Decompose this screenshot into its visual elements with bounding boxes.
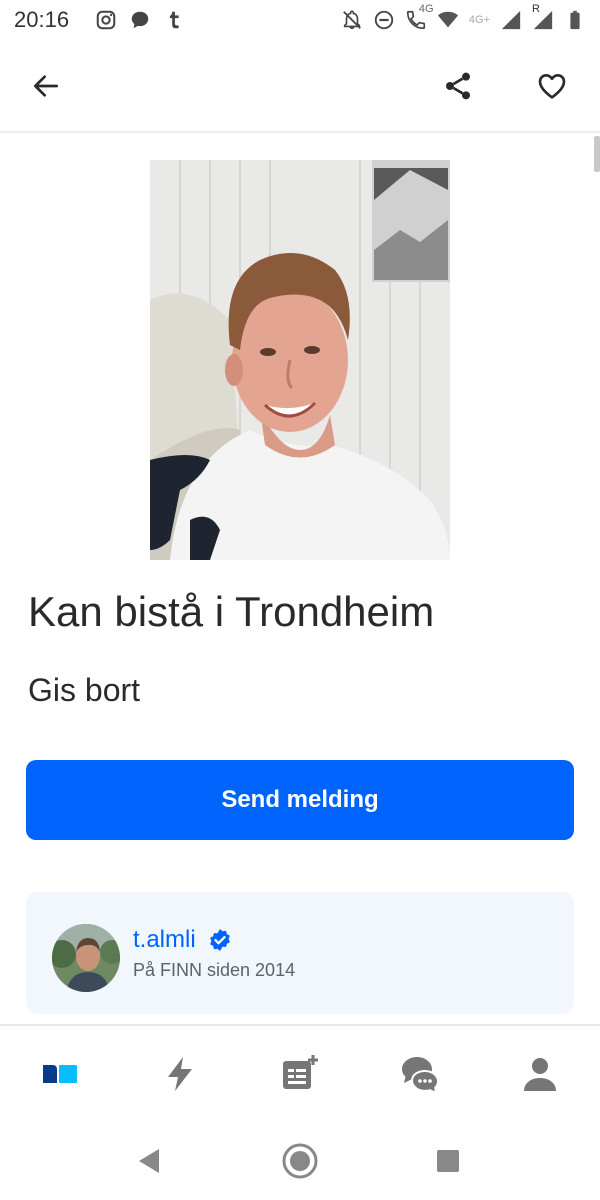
seller-name[interactable]: t.almli (133, 926, 196, 954)
system-back-button[interactable] (126, 1140, 172, 1186)
listing-title: Kan bistå i Trondheim (28, 588, 435, 635)
nav-home[interactable] (36, 1052, 84, 1100)
battery-icon (564, 9, 586, 31)
bottom-nav (0, 1024, 600, 1126)
arrow-left-icon (30, 70, 62, 107)
messages-icon (399, 1053, 441, 1100)
volte-call-icon: 4G (405, 3, 434, 31)
system-navigation-bar (0, 1126, 600, 1200)
wifi-icon (437, 9, 459, 31)
bolt-icon (159, 1053, 201, 1100)
triangle-back-icon (129, 1141, 169, 1186)
square-recents-icon (428, 1141, 468, 1186)
finn-home-icon (39, 1053, 81, 1100)
nav-notifications[interactable] (156, 1052, 204, 1100)
share-icon (442, 70, 474, 107)
nav-profile[interactable] (516, 1052, 564, 1100)
status-time: 20:16 (14, 7, 70, 32)
favorite-button[interactable] (528, 64, 576, 112)
avatar[interactable] (52, 924, 120, 992)
network-label-4gplus: 4G+ (468, 14, 490, 26)
nav-new-ad[interactable] (276, 1052, 324, 1100)
system-recents-button[interactable] (425, 1140, 471, 1186)
app-bar (0, 40, 600, 133)
back-button[interactable] (22, 64, 70, 112)
listing-photo[interactable] (150, 160, 450, 560)
status-bar: 20:16 4G 4G+ R (0, 0, 600, 40)
profile-icon (519, 1053, 561, 1100)
listing-price: Gis bort (28, 672, 141, 708)
network-label-4g: 4G (418, 3, 434, 15)
roaming-label: R (532, 3, 540, 15)
scrollbar[interactable] (594, 136, 600, 172)
nav-messages[interactable] (396, 1052, 444, 1100)
share-button[interactable] (434, 64, 482, 112)
tumblr-icon (163, 9, 185, 31)
system-home-button[interactable] (277, 1140, 323, 1186)
member-since: På FINN siden 2014 (133, 960, 296, 980)
heart-outline-icon (536, 70, 568, 107)
notifications-off-icon (341, 9, 363, 31)
cell-signal-icon (500, 9, 522, 31)
chat-bubble-icon (129, 9, 151, 31)
verified-badge-icon (208, 928, 232, 952)
circle-home-icon (280, 1141, 320, 1186)
new-ad-icon (279, 1053, 321, 1100)
do-not-disturb-icon (373, 9, 395, 31)
seller-card[interactable]: t.almli På FINN siden 2014 (26, 892, 574, 1014)
send-message-button[interactable]: Send melding (26, 760, 574, 840)
instagram-icon (95, 9, 117, 31)
cell-signal-roaming-icon: R (532, 3, 554, 31)
